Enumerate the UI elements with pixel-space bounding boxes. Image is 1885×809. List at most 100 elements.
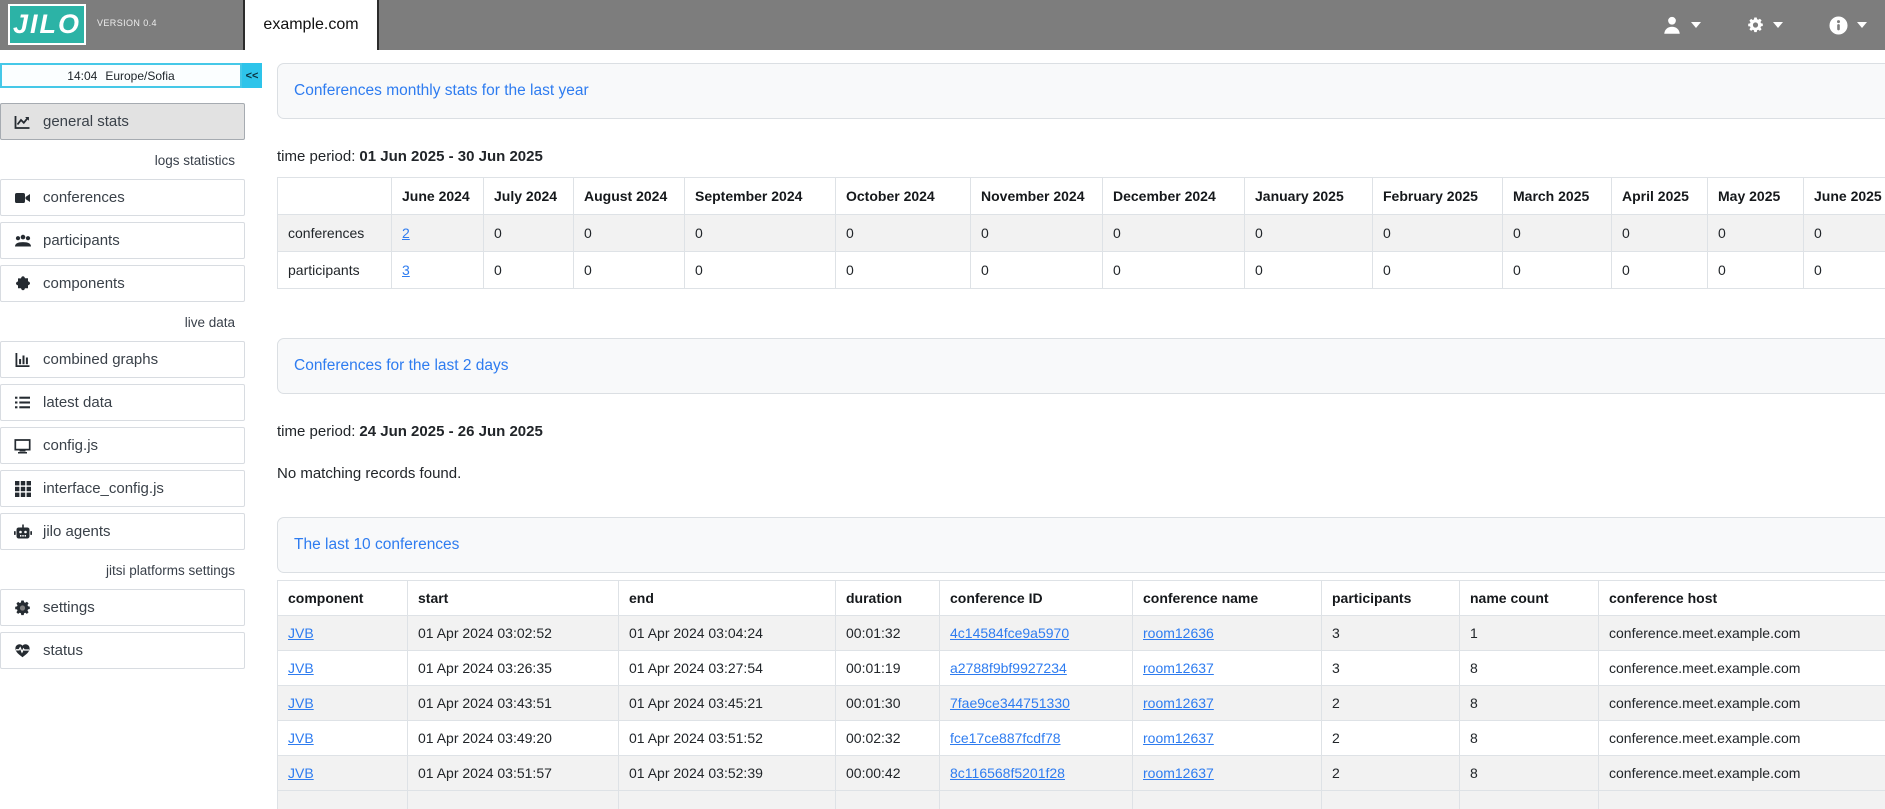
last-10-conferences-table: componentstartenddurationconference IDco… <box>277 580 1885 809</box>
sidebar-item-latest-data[interactable]: latest data <box>0 384 245 421</box>
sidebar-item-status[interactable]: status <box>0 632 245 669</box>
conference-cell-link[interactable]: room12637 <box>1143 660 1214 676</box>
sidebar-item-participants[interactable]: participants <box>0 222 245 259</box>
monthly-cell: 0 <box>1503 215 1612 252</box>
sidebar-section-label: live data <box>0 315 245 330</box>
monthly-col-header: January 2025 <box>1245 178 1373 215</box>
monitor-icon <box>13 438 32 454</box>
no-records-message: No matching records found. <box>277 464 1885 484</box>
monthly-cell: 0 <box>1708 215 1804 252</box>
conference-cell-link[interactable]: room12636 <box>1143 625 1214 641</box>
sidebar-item-settings[interactable]: settings <box>0 589 245 626</box>
monthly-header-row: June 2024July 2024August 2024September 2… <box>278 178 1885 215</box>
clock-timezone: Europe/Sofia <box>105 69 174 83</box>
conference-cell-link[interactable]: JVB <box>288 695 314 711</box>
app-logo[interactable]: JILO <box>8 4 86 45</box>
monthly-col-header: July 2024 <box>484 178 574 215</box>
monthly-row-conferences: conferences2000000000000 <box>278 215 1885 252</box>
sidebar-item-combined-graphs[interactable]: combined graphs <box>0 341 245 378</box>
sidebar-item-label: status <box>43 642 83 659</box>
sidebar-item-general-stats[interactable]: general stats <box>0 103 245 140</box>
sidebar-item-label: interface_config.js <box>43 480 164 497</box>
sidebar-item-label: components <box>43 275 125 292</box>
info-menu[interactable] <box>1829 16 1867 35</box>
conference-col-header: conference ID <box>940 581 1133 616</box>
section-title-monthly-stats[interactable]: Conferences monthly stats for the last y… <box>277 63 1885 119</box>
conference-cell-link[interactable]: room12637 <box>1143 730 1214 746</box>
monthly-cell: 0 <box>1245 215 1373 252</box>
monthly-col-header: September 2024 <box>685 178 836 215</box>
sidebar-item-label: latest data <box>43 394 112 411</box>
conference-row: JVB 01 Apr 2024 03:51:5701 Apr 2024 03:52… <box>278 756 1885 791</box>
conference-cell-link[interactable]: fce17ce887fcdf78 <box>950 730 1061 746</box>
conference-cell: 2 <box>1322 756 1460 791</box>
sidebar-item-config-js[interactable]: config.js <box>0 427 245 464</box>
clock-time: 14:04 <box>67 69 97 83</box>
monthly-value-link[interactable]: 3 <box>402 262 410 278</box>
row-label: conferences <box>278 215 392 252</box>
monthly-cell: 0 <box>574 252 685 289</box>
conference-cell-link[interactable]: a2788f9bf9927234 <box>950 660 1067 676</box>
conference-cell: 3 <box>1322 616 1460 651</box>
clock-display: 14:04 Europe/Sofia <box>0 63 242 88</box>
sidebar-section-label: logs statistics <box>0 153 245 168</box>
monthly-row-participants: participants3000000000000 <box>278 252 1885 289</box>
conference-row-partial <box>278 791 1885 809</box>
monthly-col-header <box>278 178 392 215</box>
conference-cell: 01 Apr 2024 03:52:39 <box>619 756 836 791</box>
monthly-value-link[interactable]: 2 <box>402 225 410 241</box>
video-icon <box>13 190 32 206</box>
user-menu[interactable] <box>1662 15 1701 35</box>
sidebar-item-label: participants <box>43 232 120 249</box>
conference-cell-link[interactable]: room12637 <box>1143 695 1214 711</box>
gear-icon <box>13 600 32 616</box>
conference-cell: 2 <box>1322 721 1460 756</box>
sidebar-section-label: jitsi platforms settings <box>0 563 245 578</box>
section-title-last-2-days[interactable]: Conferences for the last 2 days <box>277 338 1885 394</box>
grid-icon <box>13 481 32 497</box>
monthly-cell: 0 <box>1804 215 1885 252</box>
sidebar-item-components[interactable]: components <box>0 265 245 302</box>
conference-cell-link[interactable]: 8c116568f5201f28 <box>950 765 1065 781</box>
conference-cell: 8 <box>1460 686 1599 721</box>
monthly-col-header: December 2024 <box>1103 178 1245 215</box>
conference-cell: 8c116568f5201f28 <box>940 756 1133 791</box>
conference-cell: 8 <box>1460 756 1599 791</box>
conference-cell: 00:01:19 <box>836 651 940 686</box>
row-label: participants <box>278 252 392 289</box>
monthly-col-header: August 2024 <box>574 178 685 215</box>
conference-cell-link[interactable]: 4c14584fce9a5970 <box>950 625 1069 641</box>
list-icon <box>13 395 32 410</box>
info-icon <box>1829 16 1848 35</box>
conference-cell-link[interactable]: JVB <box>288 765 314 781</box>
conference-cell-link[interactable]: JVB <box>288 625 314 641</box>
conference-cell-link[interactable]: JVB <box>288 730 314 746</box>
conference-cell: conference.meet.example.com <box>1599 721 1885 756</box>
conference-cell-link[interactable]: room12637 <box>1143 765 1214 781</box>
sidebar-item-conferences[interactable]: conferences <box>0 179 245 216</box>
sidebar-item-label: settings <box>43 599 95 616</box>
conference-cell-link[interactable]: 7fae9ce344751330 <box>950 695 1070 711</box>
monthly-cell: 0 <box>971 252 1103 289</box>
conference-cell: 01 Apr 2024 03:51:57 <box>408 756 619 791</box>
time-period-last-2-days: time period:24 Jun 2025 - 26 Jun 2025 <box>277 422 1885 442</box>
sidebar-item-interface-config-js[interactable]: interface_config.js <box>0 470 245 507</box>
section-title-last-10-conferences[interactable]: The last 10 conferences <box>277 517 1885 573</box>
sidebar-item-jilo-agents[interactable]: jilo agents <box>0 513 245 550</box>
conference-cell: JVB <box>278 756 408 791</box>
sidebar-item-label: general stats <box>43 113 129 130</box>
conference-cell: 00:01:32 <box>836 616 940 651</box>
section-monthly-stats: Conferences monthly stats for the last y… <box>277 63 1885 289</box>
tab-example-com[interactable]: example.com <box>243 0 379 50</box>
conference-col-header: name count <box>1460 581 1599 616</box>
conference-col-header: participants <box>1322 581 1460 616</box>
settings-menu[interactable] <box>1747 17 1783 33</box>
sidebar-item-label: conferences <box>43 189 125 206</box>
conference-cell-link[interactable]: JVB <box>288 660 314 676</box>
conference-cell: conference.meet.example.com <box>1599 616 1885 651</box>
conference-cell: 1 <box>1460 616 1599 651</box>
conference-cell: 00:02:32 <box>836 721 940 756</box>
monthly-cell: 0 <box>685 215 836 252</box>
conference-cell: 01 Apr 2024 03:45:21 <box>619 686 836 721</box>
monthly-col-header: April 2025 <box>1612 178 1708 215</box>
